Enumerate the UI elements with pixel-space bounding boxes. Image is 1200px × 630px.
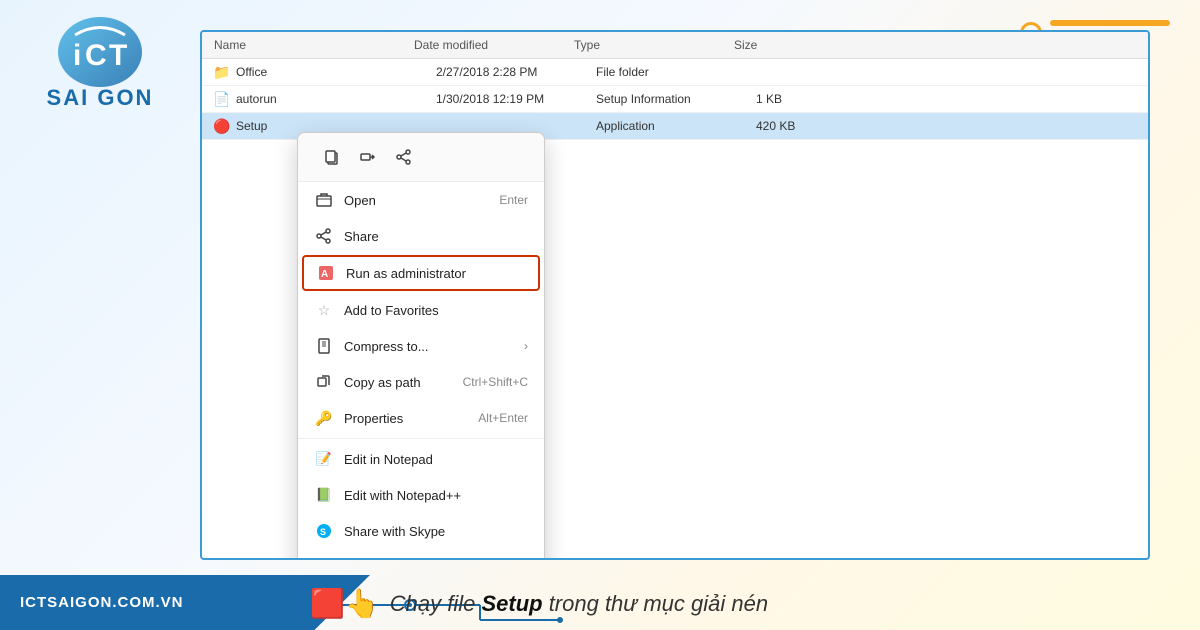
ctx-copy-btn[interactable] <box>314 141 350 173</box>
svg-text:A: A <box>321 269 328 280</box>
folder-icon: 📁 <box>214 64 230 80</box>
notepadpp-icon: 📗 <box>314 485 334 505</box>
file-name-office: Office <box>236 65 436 79</box>
ctx-divider-1 <box>298 438 544 439</box>
open-icon <box>314 190 334 210</box>
col-type-header: Type <box>574 38 734 52</box>
ctx-copy-path-label: Copy as path <box>344 375 463 390</box>
col-name-header: Name <box>214 38 414 52</box>
ctx-open-label: Open <box>344 193 499 208</box>
ctx-admin-label: Run as administrator <box>346 266 526 281</box>
caption-text: Chạy file Setup trong thư mục giải nén <box>390 591 768 617</box>
col-size-header: Size <box>734 38 814 52</box>
file-explorer-window: Name Date modified Type Size 📁 Office 2/… <box>200 30 1150 560</box>
ctx-edit-notepadpp[interactable]: 📗 Edit with Notepad++ <box>298 477 544 513</box>
ctx-notepadpp-label: Edit with Notepad++ <box>344 488 528 503</box>
file-name-setup: Setup <box>236 119 436 133</box>
file-type-setup: Application <box>596 119 756 133</box>
file-size-autorun: 1 KB <box>756 92 836 106</box>
file-type-autorun: Setup Information <box>596 92 756 106</box>
ctx-run-as-admin[interactable]: A Run as administrator <box>302 255 540 291</box>
share-icon <box>314 226 334 246</box>
ctx-open-shortcut: Enter <box>499 193 528 207</box>
file-name-autorun: autorun <box>236 92 436 106</box>
logo-text: SAI GON <box>47 85 154 111</box>
ctx-properties[interactable]: 🔑 Properties Alt+Enter <box>298 400 544 436</box>
properties-icon: 🔑 <box>314 408 334 428</box>
logo-area: i C T SAI GON <box>20 15 180 125</box>
star-icon: ☆ <box>314 300 334 320</box>
context-menu-icon-row <box>298 133 544 182</box>
svg-text:C: C <box>85 39 107 72</box>
file-row-office[interactable]: 📁 Office 2/27/2018 2:28 PM File folder <box>202 59 1148 86</box>
website-url: ICTSAIGON.COM.VN <box>20 594 184 611</box>
notepad-icon: 📝 <box>314 449 334 469</box>
ctx-share-btn[interactable] <box>386 141 422 173</box>
zip-icon <box>314 336 334 356</box>
ctx-add-favorites[interactable]: ☆ Add to Favorites <box>298 292 544 328</box>
ctx-skype-label: Share with Skype <box>344 524 528 539</box>
ctx-copy-path-shortcut: Ctrl+Shift+C <box>463 375 528 389</box>
ctx-favorites-label: Add to Favorites <box>344 303 528 318</box>
svg-text:T: T <box>109 39 127 72</box>
ctx-winrar[interactable]: RAR WinRAR › <box>298 549 544 560</box>
deco-line-1 <box>1050 20 1170 26</box>
explorer-header: Name Date modified Type Size <box>202 32 1148 59</box>
logo-svg: i C T <box>55 15 145 90</box>
file-row-autorun[interactable]: 📄 autorun 1/30/2018 12:19 PM Setup Infor… <box>202 86 1148 113</box>
skype-icon: S <box>314 521 334 541</box>
ctx-edit-notepad[interactable]: 📝 Edit in Notepad <box>298 441 544 477</box>
file-size-setup: 420 KB <box>756 119 836 133</box>
context-menu: Open Enter Share A Run as administrator … <box>297 132 545 560</box>
ctx-winrar-label: WinRAR <box>344 560 524 561</box>
setup-app-icon: 🔴 <box>214 118 230 134</box>
pointing-emoji: 🟥👆 <box>310 587 380 620</box>
ctx-copy-path-btn[interactable] <box>350 141 386 173</box>
winrar-icon: RAR <box>314 557 334 560</box>
ctx-properties-shortcut: Alt+Enter <box>478 411 528 425</box>
ctx-copy-path[interactable]: Copy as path Ctrl+Shift+C <box>298 364 544 400</box>
ctx-open[interactable]: Open Enter <box>298 182 544 218</box>
copy-path-icon <box>314 372 334 392</box>
ctx-compress-label: Compress to... <box>344 339 524 354</box>
info-icon: 📄 <box>214 91 230 107</box>
file-type-office: File folder <box>596 65 756 79</box>
svg-text:S: S <box>320 527 326 537</box>
bottom-caption: 🟥👆 Chạy file Setup trong thư mục giải né… <box>310 587 1180 620</box>
ctx-share-skype[interactable]: S Share with Skype <box>298 513 544 549</box>
ctx-notepad-label: Edit in Notepad <box>344 452 528 467</box>
ctx-properties-label: Properties <box>344 411 478 426</box>
ctx-compress[interactable]: Compress to... › <box>298 328 544 364</box>
col-date-header: Date modified <box>414 38 574 52</box>
svg-text:i: i <box>73 39 81 72</box>
file-date-office: 2/27/2018 2:28 PM <box>436 65 596 79</box>
admin-icon: A <box>316 263 336 283</box>
ctx-share[interactable]: Share <box>298 218 544 254</box>
ctx-share-label: Share <box>344 229 528 244</box>
file-date-autorun: 1/30/2018 12:19 PM <box>436 92 596 106</box>
compress-arrow-icon: › <box>524 339 528 353</box>
